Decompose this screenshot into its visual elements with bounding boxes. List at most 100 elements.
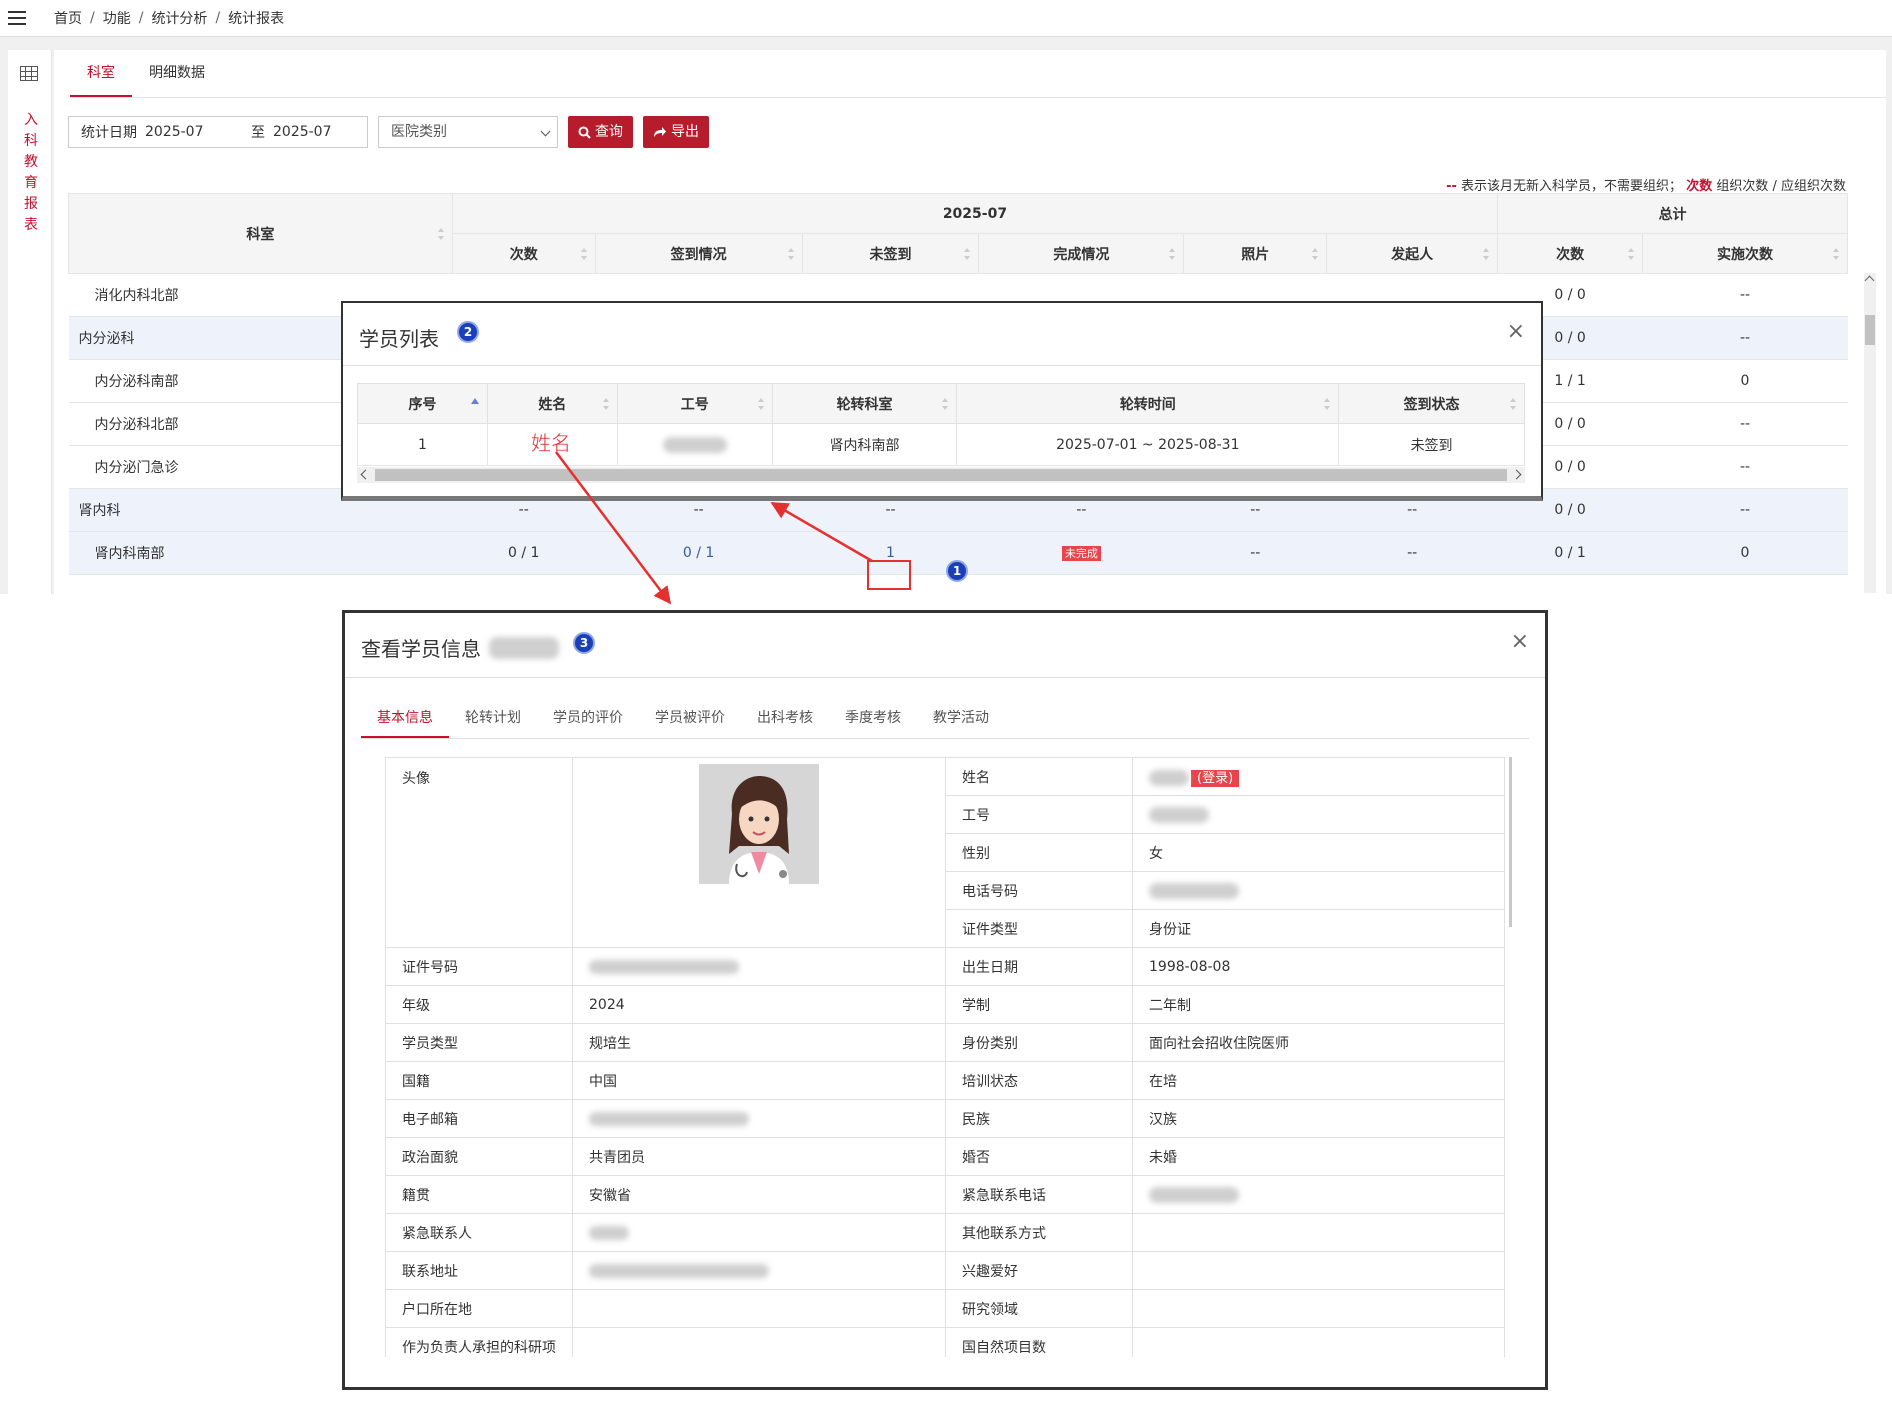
info-row: 政治面貌 共青团员 婚否 未婚 [385,1137,1505,1176]
field-value-gender: 女 [1132,833,1505,872]
field-label: 国自然项目数 [945,1327,1133,1357]
sort-icon[interactable] [1169,247,1176,260]
header-col-1[interactable]: 签到情况 [594,233,803,274]
field-value [1132,1175,1505,1214]
info-tab-2[interactable]: 学员的评价 [537,699,639,738]
field-label: 学制 [945,985,1133,1024]
field-label: 培训状态 [945,1061,1133,1100]
tab-department[interactable]: 科室 [70,50,132,97]
horizontal-scrollbar[interactable] [357,467,1525,483]
student-info-table: 头像 姓名 (登录) 工号 性别 女 电话号码 证件类型 身份证 证件号码 出生… [385,757,1505,1357]
field-value: 安徽省 [572,1175,946,1214]
header-department[interactable]: 科室 [68,193,453,274]
table-cell: -- [1642,402,1848,446]
header-col-2[interactable]: 未签到 [801,233,980,274]
header-col-5[interactable]: 发起人 [1326,233,1499,274]
export-button[interactable]: 导出 [643,116,709,148]
student-col-1[interactable]: 姓名 [486,383,618,424]
close-icon[interactable]: × [1511,629,1529,654]
header-col-3[interactable]: 完成情况 [978,233,1185,274]
tab-detail-data[interactable]: 明细数据 [132,50,222,97]
info-scrollbar[interactable] [1509,757,1512,927]
sort-icon[interactable] [437,227,444,240]
info-row: 证件号码 出生日期 1998-08-08 [385,947,1505,986]
sort-icon[interactable] [1628,247,1635,260]
scroll-up-icon[interactable] [1864,275,1875,286]
sort-icon[interactable] [1324,397,1331,410]
field-value [572,1099,946,1138]
table-cell: 未完成 [978,531,1184,575]
student-col-5[interactable]: 签到状态 [1338,383,1525,424]
sort-icon[interactable] [602,397,609,410]
sort-icon[interactable] [1510,397,1516,410]
sidebar-title[interactable]: 入科教育报表 [22,110,40,236]
field-label: 作为负责人承担的科研项 [385,1327,573,1357]
date-to[interactable]: 2025-07 [273,124,332,140]
breadcrumb-home[interactable]: 首页 [54,8,82,28]
sort-icon[interactable] [1312,247,1319,260]
field-value [572,1251,946,1290]
breadcrumb-function[interactable]: 功能 [103,8,131,28]
cell-index: 1 [357,423,488,466]
field-label: 电子邮箱 [385,1099,573,1138]
student-col-3[interactable]: 轮转科室 [771,383,958,424]
student-col-0[interactable]: 序号 [357,383,488,424]
sort-icon[interactable] [1483,247,1490,260]
info-scroll-area[interactable]: 头像 姓名 (登录) 工号 性别 女 电话号码 证件类型 身份证 证件号码 出生… [385,757,1505,1357]
breadcrumb-statistics[interactable]: 统计分析 [151,8,207,28]
header-col-7[interactable]: 实施次数 [1642,233,1848,274]
table-cell: 0 [1642,359,1848,403]
scroll-left-icon[interactable] [360,469,371,480]
modal-title: 学员列表 [359,327,439,351]
sort-icon[interactable] [964,247,971,260]
table-scrollbar[interactable] [1864,273,1876,593]
breadcrumb-report: 统计报表 [228,11,285,27]
date-range-field[interactable]: 统计日期 2025-07 至 2025-07 [68,116,368,148]
annotation-highlight-box [867,560,911,590]
cell-dept: 肾内科南部 [771,423,958,466]
legend-dash: -- [1446,179,1457,194]
field-value [1132,1289,1505,1328]
hospital-type-select[interactable]: 医院类别 [378,116,558,148]
header-col-4[interactable]: 照片 [1183,233,1328,274]
search-icon [578,126,591,139]
step-badge-1: 1 [946,560,968,582]
student-name-redacted [489,636,559,659]
table-cell: -- [1642,316,1848,360]
info-tab-6[interactable]: 教学活动 [917,699,1005,738]
unsigned-count-link[interactable]: 1 [886,545,895,561]
info-tab-5[interactable]: 季度考核 [829,699,917,738]
sort-icon[interactable] [470,398,479,404]
query-button[interactable]: 查询 [568,116,633,148]
field-value-name: (登录) [1132,757,1505,796]
signin-link[interactable]: 0 / 1 [683,545,714,561]
info-tab-0[interactable]: 基本信息 [361,699,449,738]
info-row: 作为负责人承担的科研项 国自然项目数 [385,1327,1505,1357]
table-grid-icon[interactable] [20,66,38,81]
sort-icon[interactable] [757,397,764,410]
date-from[interactable]: 2025-07 [145,124,243,140]
sort-icon[interactable] [787,247,794,260]
student-col-4[interactable]: 轮转时间 [956,383,1340,424]
login-badge[interactable]: (登录) [1191,770,1240,787]
field-value: 二年制 [1132,985,1505,1024]
sort-icon[interactable] [580,247,587,260]
field-label: 紧急联系电话 [945,1175,1133,1214]
scroll-right-icon[interactable] [1511,469,1522,480]
student-col-2[interactable]: 工号 [616,383,773,424]
hamburger-menu-icon[interactable] [8,11,26,25]
info-row: 学员类型 规培生 身份类别 面向社会招收住院医师 [385,1023,1505,1062]
close-icon[interactable]: × [1507,319,1525,344]
info-tab-3[interactable]: 学员被评价 [639,699,741,738]
sort-icon[interactable] [942,397,949,410]
header-col-6[interactable]: 次数 [1497,233,1644,274]
field-value-job-id [1132,795,1505,834]
field-label: 身份类别 [945,1023,1133,1062]
field-label-id-type: 证件类型 [945,909,1133,948]
sort-icon[interactable] [1833,247,1839,260]
info-tab-1[interactable]: 轮转计划 [449,699,537,738]
field-value: 规培生 [572,1023,946,1062]
dept-name: 肾内科南部 [68,531,453,575]
header-col-0[interactable]: 次数 [451,233,596,274]
info-tab-4[interactable]: 出科考核 [741,699,829,738]
